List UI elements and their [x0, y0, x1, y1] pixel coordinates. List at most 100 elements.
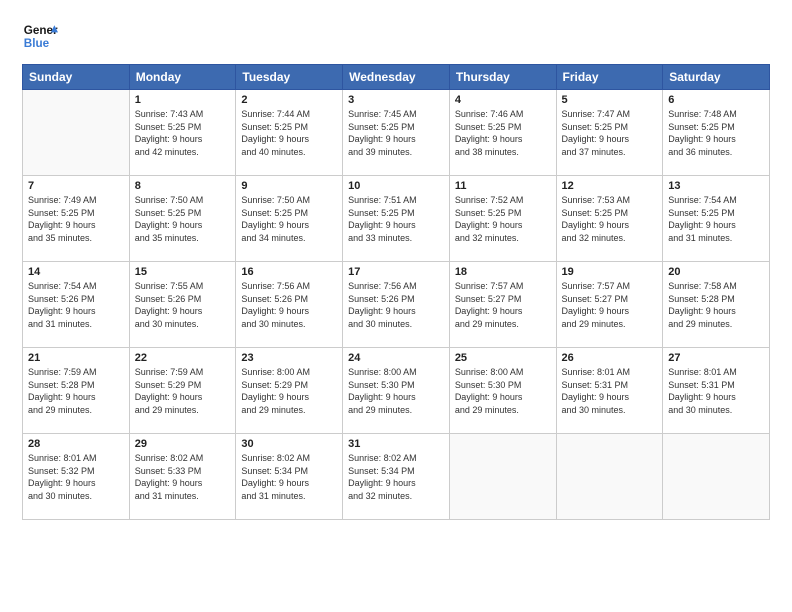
day-number: 10	[348, 180, 444, 192]
page: General Blue SundayMondayTuesdayWednesda…	[0, 0, 792, 612]
calendar-cell: 19 Sunrise: 7:57 AM Sunset: 5:27 PM Dayli…	[556, 262, 663, 348]
calendar-cell: 25Sunrise: 8:00 AM Sunset: 5:30 PM Dayli…	[449, 348, 556, 434]
calendar: SundayMondayTuesdayWednesdayThursdayFrid…	[22, 64, 770, 520]
day-info: Sunrise: 8:02 AM Sunset: 5:34 PM Dayligh…	[241, 452, 337, 502]
calendar-cell: 22 Sunrise: 7:59 AM Sunset: 5:29 PM Dayli…	[129, 348, 236, 434]
day-info: Sunrise: 7:56 AM Sunset: 5:26 PM Dayligh…	[241, 280, 337, 330]
day-number: 16	[241, 266, 337, 278]
calendar-cell	[23, 90, 130, 176]
calendar-header-tuesday: Tuesday	[236, 65, 343, 90]
calendar-cell	[663, 434, 770, 520]
calendar-cell: 29Sunrise: 8:02 AM Sunset: 5:33 PM Dayli…	[129, 434, 236, 520]
calendar-header-row: SundayMondayTuesdayWednesdayThursdayFrid…	[23, 65, 770, 90]
calendar-cell: 30 Sunrise: 8:02 AM Sunset: 5:34 PM Dayli…	[236, 434, 343, 520]
calendar-cell: 26 Sunrise: 8:01 AM Sunset: 5:31 PM Dayli…	[556, 348, 663, 434]
day-number: 9	[241, 180, 337, 192]
logo-icon: General Blue	[22, 18, 58, 54]
day-number: 28	[28, 438, 124, 450]
day-info: Sunrise: 8:01 AM Sunset: 5:31 PM Dayligh…	[668, 366, 764, 416]
calendar-cell: 15 Sunrise: 7:55 AM Sunset: 5:26 PM Dayli…	[129, 262, 236, 348]
calendar-header-wednesday: Wednesday	[343, 65, 450, 90]
day-info: Sunrise: 8:02 AM Sunset: 5:33 PM Dayligh…	[135, 452, 231, 502]
day-number: 25	[455, 352, 551, 364]
day-number: 3	[348, 94, 444, 106]
day-info: Sunrise: 7:57 AM Sunset: 5:27 PM Dayligh…	[455, 280, 551, 330]
calendar-week-3: 14 Sunrise: 7:54 AM Sunset: 5:26 PM Dayli…	[23, 262, 770, 348]
day-number: 15	[135, 266, 231, 278]
day-info: Sunrise: 8:01 AM Sunset: 5:32 PM Dayligh…	[28, 452, 124, 502]
day-number: 17	[348, 266, 444, 278]
calendar-cell: 31Sunrise: 8:02 AM Sunset: 5:34 PM Dayli…	[343, 434, 450, 520]
day-number: 20	[668, 266, 764, 278]
calendar-week-5: 28 Sunrise: 8:01 AM Sunset: 5:32 PM Dayli…	[23, 434, 770, 520]
calendar-cell: 9Sunrise: 7:50 AM Sunset: 5:25 PM Daylig…	[236, 176, 343, 262]
day-info: Sunrise: 7:59 AM Sunset: 5:29 PM Dayligh…	[135, 366, 231, 416]
day-number: 7	[28, 180, 124, 192]
logo: General Blue	[22, 18, 60, 54]
calendar-cell: 4 Sunrise: 7:46 AM Sunset: 5:25 PM Daylig…	[449, 90, 556, 176]
svg-text:Blue: Blue	[24, 37, 50, 50]
calendar-header-saturday: Saturday	[663, 65, 770, 90]
day-info: Sunrise: 7:51 AM Sunset: 5:25 PM Dayligh…	[348, 194, 444, 244]
day-number: 27	[668, 352, 764, 364]
calendar-cell: 10 Sunrise: 7:51 AM Sunset: 5:25 PM Dayli…	[343, 176, 450, 262]
day-info: Sunrise: 8:00 AM Sunset: 5:30 PM Dayligh…	[348, 366, 444, 416]
day-info: Sunrise: 8:00 AM Sunset: 5:29 PM Dayligh…	[241, 366, 337, 416]
day-number: 21	[28, 352, 124, 364]
day-info: Sunrise: 7:48 AM Sunset: 5:25 PM Dayligh…	[668, 108, 764, 158]
calendar-cell: 6 Sunrise: 7:48 AM Sunset: 5:25 PM Daylig…	[663, 90, 770, 176]
day-info: Sunrise: 7:57 AM Sunset: 5:27 PM Dayligh…	[562, 280, 658, 330]
day-number: 18	[455, 266, 551, 278]
calendar-header-monday: Monday	[129, 65, 236, 90]
calendar-cell: 21 Sunrise: 7:59 AM Sunset: 5:28 PM Dayli…	[23, 348, 130, 434]
day-info: Sunrise: 7:43 AM Sunset: 5:25 PM Dayligh…	[135, 108, 231, 158]
day-number: 24	[348, 352, 444, 364]
day-info: Sunrise: 7:44 AM Sunset: 5:25 PM Dayligh…	[241, 108, 337, 158]
calendar-week-4: 21 Sunrise: 7:59 AM Sunset: 5:28 PM Dayli…	[23, 348, 770, 434]
day-number: 6	[668, 94, 764, 106]
day-info: Sunrise: 7:45 AM Sunset: 5:25 PM Dayligh…	[348, 108, 444, 158]
calendar-cell: 20Sunrise: 7:58 AM Sunset: 5:28 PM Dayli…	[663, 262, 770, 348]
calendar-cell: 16 Sunrise: 7:56 AM Sunset: 5:26 PM Dayli…	[236, 262, 343, 348]
calendar-header-thursday: Thursday	[449, 65, 556, 90]
day-info: Sunrise: 7:59 AM Sunset: 5:28 PM Dayligh…	[28, 366, 124, 416]
day-number: 1	[135, 94, 231, 106]
calendar-cell: 11Sunrise: 7:52 AM Sunset: 5:25 PM Dayli…	[449, 176, 556, 262]
calendar-cell: 27 Sunrise: 8:01 AM Sunset: 5:31 PM Dayli…	[663, 348, 770, 434]
calendar-cell: 14 Sunrise: 7:54 AM Sunset: 5:26 PM Dayli…	[23, 262, 130, 348]
day-info: Sunrise: 7:49 AM Sunset: 5:25 PM Dayligh…	[28, 194, 124, 244]
day-number: 12	[562, 180, 658, 192]
day-info: Sunrise: 8:02 AM Sunset: 5:34 PM Dayligh…	[348, 452, 444, 502]
calendar-week-2: 7 Sunrise: 7:49 AM Sunset: 5:25 PM Daylig…	[23, 176, 770, 262]
day-info: Sunrise: 7:50 AM Sunset: 5:25 PM Dayligh…	[135, 194, 231, 244]
calendar-week-1: 1 Sunrise: 7:43 AM Sunset: 5:25 PM Daylig…	[23, 90, 770, 176]
day-number: 2	[241, 94, 337, 106]
calendar-cell: 17Sunrise: 7:56 AM Sunset: 5:26 PM Dayli…	[343, 262, 450, 348]
day-number: 4	[455, 94, 551, 106]
day-number: 26	[562, 352, 658, 364]
calendar-cell	[556, 434, 663, 520]
day-info: Sunrise: 7:54 AM Sunset: 5:25 PM Dayligh…	[668, 194, 764, 244]
day-number: 14	[28, 266, 124, 278]
day-number: 22	[135, 352, 231, 364]
day-number: 5	[562, 94, 658, 106]
calendar-cell: 13 Sunrise: 7:54 AM Sunset: 5:25 PM Dayli…	[663, 176, 770, 262]
day-info: Sunrise: 8:01 AM Sunset: 5:31 PM Dayligh…	[562, 366, 658, 416]
day-number: 11	[455, 180, 551, 192]
calendar-cell: 5 Sunrise: 7:47 AM Sunset: 5:25 PM Daylig…	[556, 90, 663, 176]
calendar-cell: 3 Sunrise: 7:45 AM Sunset: 5:25 PM Daylig…	[343, 90, 450, 176]
day-info: Sunrise: 7:55 AM Sunset: 5:26 PM Dayligh…	[135, 280, 231, 330]
day-info: Sunrise: 7:47 AM Sunset: 5:25 PM Dayligh…	[562, 108, 658, 158]
day-number: 19	[562, 266, 658, 278]
calendar-cell: 8Sunrise: 7:50 AM Sunset: 5:25 PM Daylig…	[129, 176, 236, 262]
calendar-cell: 28 Sunrise: 8:01 AM Sunset: 5:32 PM Dayli…	[23, 434, 130, 520]
calendar-cell: 23 Sunrise: 8:00 AM Sunset: 5:29 PM Dayli…	[236, 348, 343, 434]
calendar-header-friday: Friday	[556, 65, 663, 90]
calendar-cell: 2 Sunrise: 7:44 AM Sunset: 5:25 PM Daylig…	[236, 90, 343, 176]
calendar-cell: 7 Sunrise: 7:49 AM Sunset: 5:25 PM Daylig…	[23, 176, 130, 262]
day-info: Sunrise: 7:54 AM Sunset: 5:26 PM Dayligh…	[28, 280, 124, 330]
day-number: 23	[241, 352, 337, 364]
day-number: 13	[668, 180, 764, 192]
day-number: 30	[241, 438, 337, 450]
day-info: Sunrise: 7:46 AM Sunset: 5:25 PM Dayligh…	[455, 108, 551, 158]
